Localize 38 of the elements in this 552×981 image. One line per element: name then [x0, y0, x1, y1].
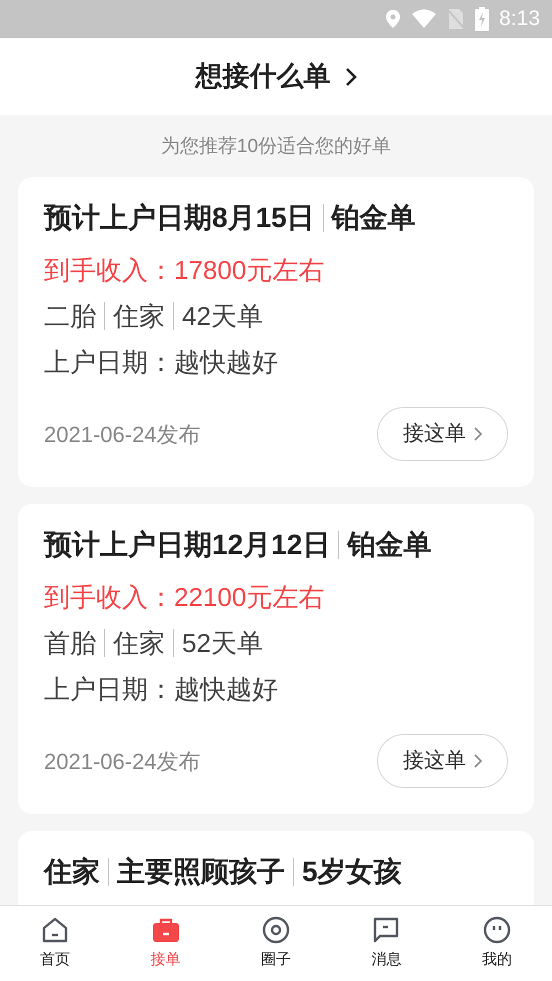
order-tag: 52天单 — [182, 626, 263, 660]
clock-time: 8:13 — [499, 6, 540, 32]
income-text: 到手收入：17800元左右 — [44, 254, 326, 287]
header-title-button[interactable]: 想接什么单 — [196, 56, 356, 97]
order-title: 5岁女孩 — [302, 855, 402, 889]
nav-tab[interactable]: 消息 — [331, 906, 442, 981]
order-tag: 首胎 — [44, 626, 96, 660]
nav-tab[interactable]: 接单 — [110, 906, 221, 981]
order-title: 预计上户日期12月12日 — [44, 528, 330, 562]
order-tag: 住家 — [113, 299, 165, 333]
face-icon — [482, 915, 512, 946]
take-order-button[interactable]: 接这单 — [377, 734, 508, 788]
wifi-icon — [411, 9, 438, 29]
start-date-text: 上户日期：越快越好 — [44, 673, 279, 706]
order-tag: 住家 — [113, 626, 165, 660]
nav-tab[interactable]: 首页 — [0, 906, 110, 981]
order-title: 住家 — [44, 855, 100, 889]
no-sim-icon — [447, 8, 466, 30]
start-date-text: 上户日期：越快越好 — [44, 346, 279, 379]
chevron-right-icon — [474, 754, 482, 768]
publish-date: 2021-06-24发布 — [44, 748, 201, 776]
take-order-button[interactable]: 接这单 — [377, 407, 508, 461]
order-tag: 42天单 — [182, 299, 263, 333]
order-title: 铂金单 — [332, 201, 416, 235]
chevron-right-icon — [474, 427, 482, 441]
order-tag: 二胎 — [44, 299, 96, 333]
target-icon — [261, 915, 292, 946]
order-title: 主要照顾孩子 — [117, 855, 285, 889]
battery-charging-icon — [475, 7, 490, 31]
nav-tab[interactable]: 我的 — [442, 906, 552, 981]
order-title: 预计上户日期8月15日 — [44, 201, 315, 235]
location-icon — [385, 9, 402, 29]
publish-date: 2021-06-24发布 — [44, 420, 201, 448]
order-title: 铂金单 — [347, 528, 432, 562]
income-text: 到手收入：22100元左右 — [44, 581, 326, 614]
nav-tab[interactable]: 圈子 — [220, 906, 332, 981]
chevron-right-icon — [344, 66, 356, 86]
recommendation-note: 为您推荐10份适合您的好单 — [160, 135, 392, 159]
